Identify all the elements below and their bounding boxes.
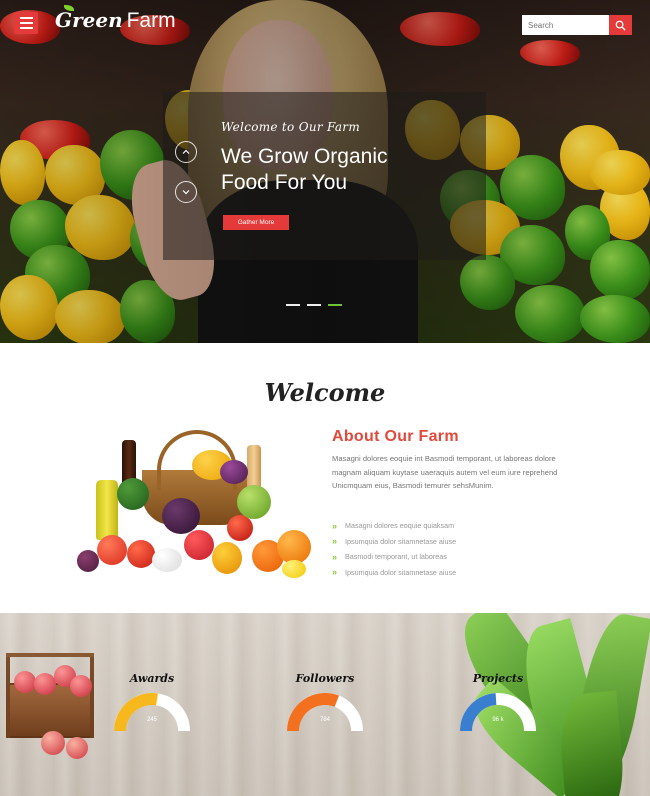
double-chevron-right-icon: » [332,551,338,562]
list-item: » Masagni dolores eoquie quiaksam [332,520,455,531]
gauge-fill [287,693,339,732]
chevron-up-icon [182,149,190,154]
slider-dot[interactable] [286,304,300,306]
stat-projects: Projects 96 k [453,672,543,735]
stat-value: 784 [319,717,330,723]
logo-text: Farm [126,9,176,32]
stat-value: 245 [146,717,157,723]
hero-banner: GreenFarm Welcome to Our Farm We Grow Or… [0,0,650,343]
site-logo[interactable]: Green Farm [55,5,176,33]
hero-caption: Welcome to Our Farm We Grow Organic Food… [163,92,486,260]
search-box [522,15,632,35]
double-chevron-right-icon: » [332,536,338,547]
stat-value: 96 k [492,717,504,723]
slider-dot-active[interactable] [328,304,342,306]
slider-pagination [286,304,342,306]
stat-gauge: 784 [285,691,365,735]
double-chevron-right-icon: » [332,567,338,578]
hamburger-icon [19,17,33,19]
vegetable-basket-image [72,430,322,580]
search-icon [615,20,626,31]
search-button[interactable] [609,15,632,35]
slider-next-button[interactable] [175,181,197,203]
slider-dot[interactable] [307,304,321,306]
gauge-fill [114,693,158,732]
stat-label: Awards [129,672,175,685]
stat-label: Projects [472,672,524,685]
stat-awards: Awards 245 [107,672,197,735]
logo-script: Green [55,8,123,32]
stats-section: Awards 245 Followers 784 Projects 96 k [0,613,650,796]
list-item: » Basmodi temporant, ut laboreas [332,551,447,562]
gauge-fill [460,693,497,732]
stat-followers: Followers 784 [280,672,370,735]
hero-subtitle: Welcome to Our Farm [221,120,360,134]
about-feature-list: » Masagni dolores eoquie quiaksam » Ipsumq… [332,518,456,580]
gather-more-button[interactable]: Gather More [223,215,289,230]
gauge-projects [460,693,536,732]
gauge-followers [287,693,363,732]
stat-gauge: 245 [112,691,192,735]
hero-title: We Grow Organic Food For You [221,145,388,194]
stat-label: Followers [295,672,355,685]
chevron-down-icon [182,190,190,195]
search-input[interactable] [522,15,609,35]
list-item: » Ipsumquia dolor sitamnetase aiuse [332,567,457,578]
menu-toggle-button[interactable] [14,12,38,34]
welcome-heading: Welcome [264,378,386,407]
apple-crate-image [6,653,94,759]
slider-prev-button[interactable] [175,141,197,163]
stat-gauge: 96 k [458,691,538,735]
gauge-awards [114,693,190,732]
list-item: » Ipsumquia dolor sitamnetase aiuse [332,536,457,547]
top-navbar: Green Farm [0,0,650,48]
double-chevron-right-icon: » [332,520,338,531]
about-title: About Our Farm [332,428,459,445]
about-text: Masagni dolores eoquie int Basmodi tempo… [332,454,558,490]
